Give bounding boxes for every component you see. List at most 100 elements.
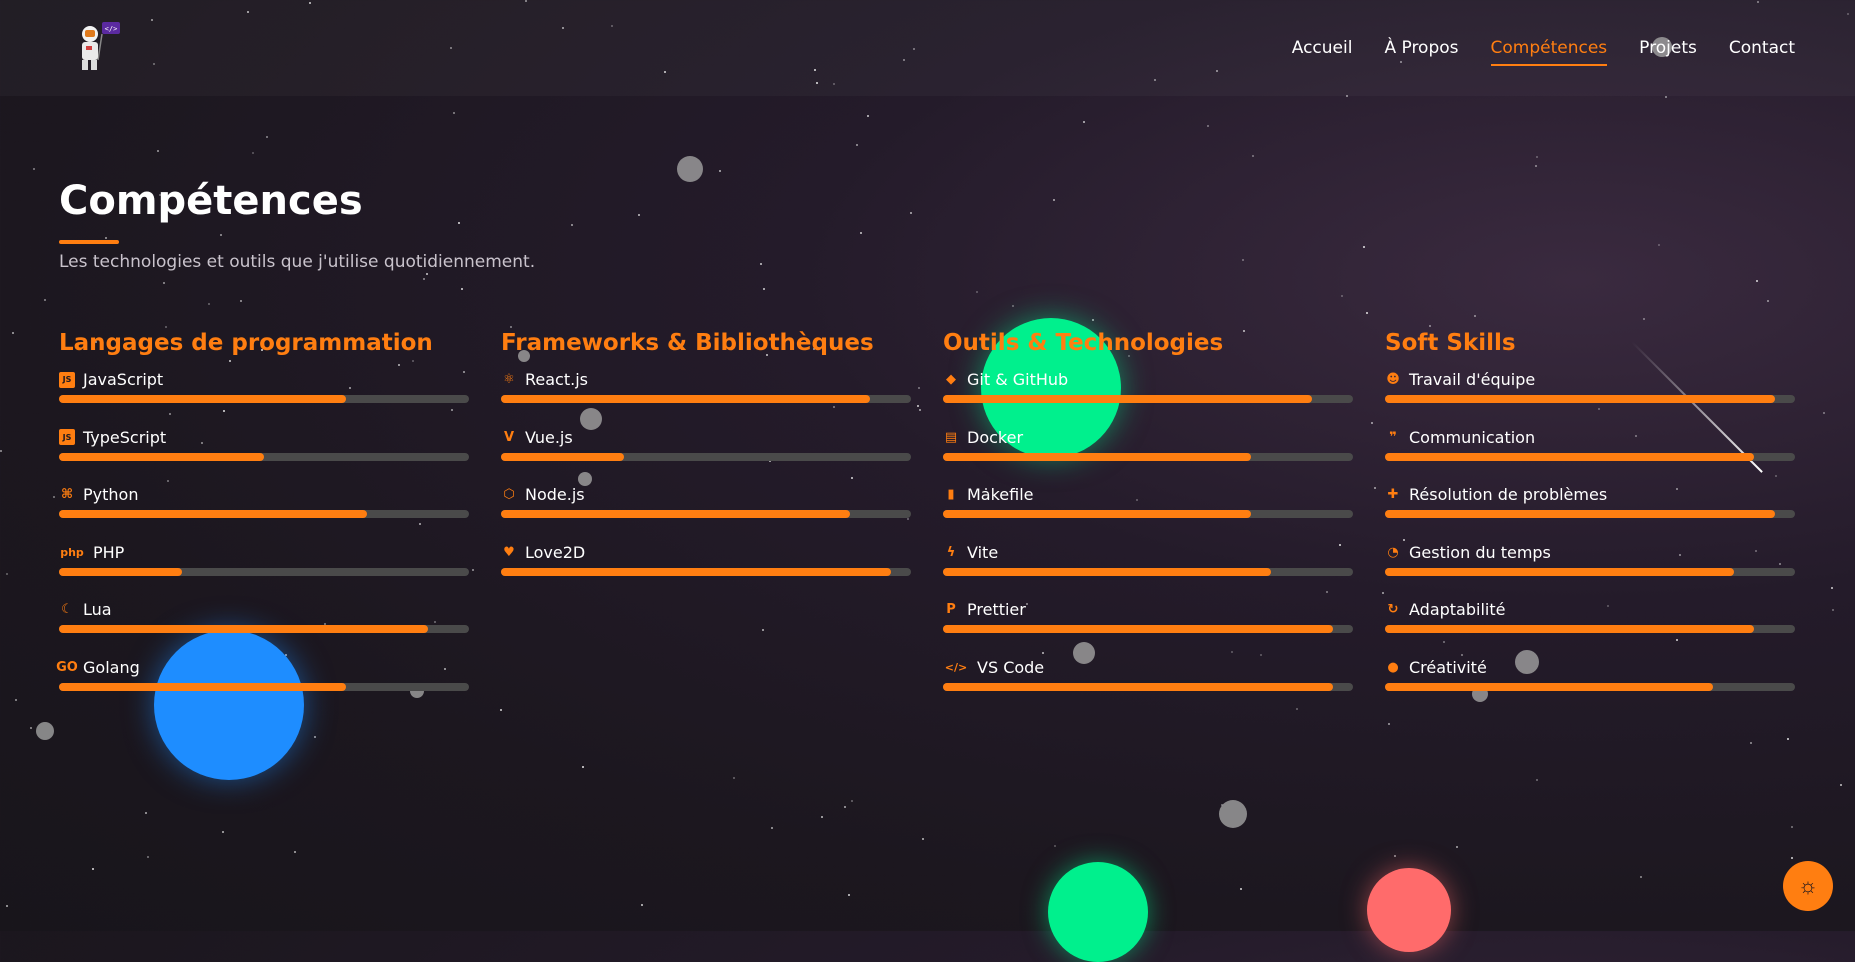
skill-progress-track <box>1385 682 1795 691</box>
skill-item: ◔ Gestion du temps <box>1385 543 1795 601</box>
refresh-icon: ↻ <box>1387 602 1399 617</box>
skill-item: JS TypeScript <box>59 428 469 486</box>
skill-progress-fill <box>943 682 1333 691</box>
star <box>1366 312 1368 314</box>
star <box>919 409 921 411</box>
star <box>1083 121 1085 123</box>
skill-item: GO Golang <box>56 658 469 716</box>
star <box>1012 305 1014 307</box>
star <box>976 291 978 293</box>
skill-progress-fill <box>59 682 346 691</box>
star <box>1242 259 1244 261</box>
skill-item: JS JavaScript <box>59 370 469 428</box>
heart-icon: ♥ <box>503 544 515 560</box>
skill-item: P Prettier <box>943 600 1353 658</box>
skill-progress-fill <box>501 510 850 518</box>
skill-item: ϟ Vite <box>943 543 1353 601</box>
page-subtitle: Les technologies et outils que j'utilise… <box>59 252 536 272</box>
skill-progress-track <box>59 510 469 518</box>
skill-name: Communication <box>1409 427 1536 447</box>
nav-a-propos[interactable]: À Propos <box>1384 38 1458 66</box>
star <box>453 112 455 114</box>
skill-progress-track <box>1385 510 1795 518</box>
star <box>314 736 316 738</box>
star <box>771 827 773 829</box>
star <box>571 224 573 226</box>
skill-name: Vue.js <box>525 427 573 447</box>
star <box>760 263 762 265</box>
skill-item: ▤ Docker <box>943 428 1353 486</box>
star <box>105 237 107 239</box>
skill-name: Créativité <box>1409 657 1487 677</box>
skill-item: ◆ Git & GitHub <box>943 370 1353 428</box>
nav-projets[interactable]: Projets <box>1639 38 1697 66</box>
nav-accueil[interactable]: Accueil <box>1292 38 1353 66</box>
star <box>145 812 147 814</box>
star <box>53 496 55 498</box>
skill-progress-fill <box>501 567 891 576</box>
bolt-icon: ϟ <box>946 544 956 560</box>
star <box>222 831 224 833</box>
js-icon: JS <box>59 371 75 388</box>
puzzle-icon: ✚ <box>1387 487 1399 502</box>
star <box>1207 125 1209 127</box>
skill-item: ✚ Résolution de problèmes <box>1385 485 1795 543</box>
page-title: Compétences <box>59 178 363 224</box>
nav-competences[interactable]: Compétences <box>1490 38 1608 66</box>
star <box>1640 876 1642 878</box>
skill-name: React.js <box>525 370 588 389</box>
skill-progress-fill <box>59 395 346 403</box>
star <box>918 387 920 389</box>
skill-progress-track <box>59 682 469 691</box>
skill-progress-fill <box>1385 567 1734 576</box>
ts-icon: JS <box>59 429 75 445</box>
star <box>1791 826 1793 828</box>
skill-progress-track <box>943 567 1353 576</box>
star <box>860 232 862 234</box>
star <box>12 332 14 334</box>
star <box>1456 846 1458 848</box>
skill-progress-fill <box>1385 682 1713 691</box>
skill-name: Prettier <box>967 600 1026 619</box>
skill-progress-track <box>59 625 469 633</box>
skill-item: ⚛ React.js <box>501 370 911 428</box>
skill-progress-fill <box>59 510 367 518</box>
skill-name: Love2D <box>525 542 586 562</box>
skill-progress-track <box>1385 625 1795 633</box>
skill-name: TypeScript <box>83 427 167 447</box>
star <box>762 629 764 631</box>
code-icon: </> <box>944 660 968 674</box>
skill-name: Python <box>83 485 139 504</box>
star <box>165 326 167 328</box>
skill-column: Soft Skills ☻ Travail d'équipe ❞ Communicati… <box>1385 330 1795 715</box>
skill-name: VS Code <box>977 657 1045 677</box>
skill-name: JavaScript <box>83 370 164 389</box>
astronaut-logo[interactable]: </> <box>72 20 124 76</box>
nav-contact[interactable]: Contact <box>1729 38 1795 66</box>
moon-icon: ☾ <box>61 602 73 617</box>
skill-item: ⬡ Node.js <box>501 485 911 543</box>
star <box>821 816 823 818</box>
skill-progress-track <box>501 567 911 576</box>
star <box>1474 315 1476 317</box>
skill-progress-fill <box>59 452 264 461</box>
star <box>294 851 296 853</box>
skill-progress-fill <box>943 452 1251 461</box>
skill-progress-fill <box>943 567 1271 576</box>
lightbulb-icon: ● <box>1387 659 1399 675</box>
skill-item: ▮ Makefile <box>943 485 1353 543</box>
star <box>1750 742 1752 744</box>
star <box>1388 723 1390 725</box>
skill-name: Docker <box>967 427 1024 447</box>
chat-icon: ❞ <box>1389 429 1397 445</box>
star <box>426 273 428 275</box>
star <box>1053 199 1055 201</box>
star <box>44 299 46 301</box>
star <box>1767 300 1769 302</box>
skill-name: Gestion du temps <box>1409 542 1551 562</box>
star <box>1363 246 1365 248</box>
star <box>1535 165 1537 167</box>
theme-toggle-button[interactable]: ☼ <box>1783 861 1833 911</box>
star <box>1643 318 1645 320</box>
title-underline <box>59 240 119 244</box>
